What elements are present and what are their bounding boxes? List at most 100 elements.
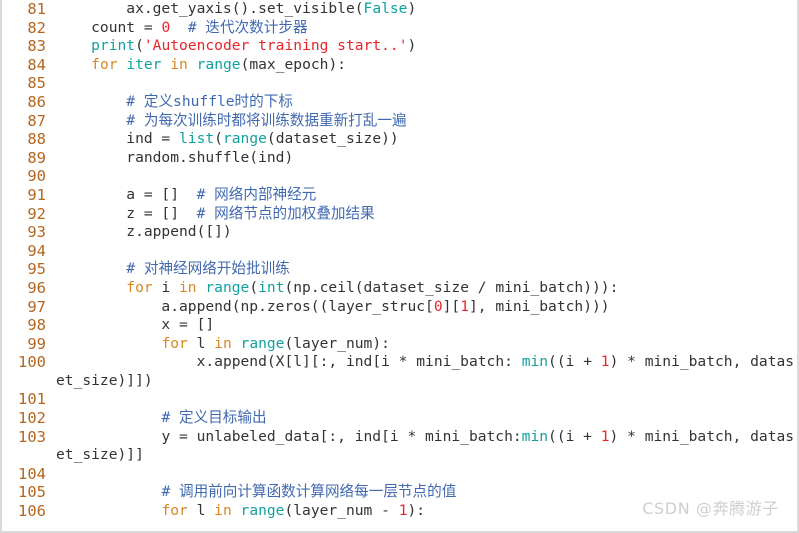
code-line-content[interactable]: print('Autoencoder training start..') (52, 37, 797, 56)
code-token-comment: # 定义目标输出 (161, 409, 267, 427)
code-line-row[interactable]: 104 (2, 464, 797, 484)
code-line-row[interactable]: 95 # 对神经网络开始批训练 (2, 260, 797, 279)
code-line-content[interactable]: # 定义目标输出 (52, 409, 797, 428)
code-token-comment: # 调用前向计算函数计算网络每一层节点的值 (161, 483, 457, 501)
code-line-content[interactable]: a.append(np.zeros((layer_struc[0][1], mi… (52, 298, 797, 317)
code-line-content[interactable]: z.append([]) (52, 223, 797, 242)
line-number: 100 (2, 353, 52, 391)
code-token-plain: ax.get_yaxis().set_visible( (56, 0, 364, 17)
code-token-number: 1 (600, 427, 610, 445)
code-line-content[interactable]: # 为每次训练时都将训练数据重新打乱一遍 (52, 112, 797, 131)
code-token-keyword: in (214, 502, 232, 520)
code-token-plain: (max_epoch): (240, 55, 347, 73)
code-token-plain: ( (214, 130, 223, 148)
code-line-content[interactable] (52, 74, 797, 93)
code-token-builtin: range (240, 502, 285, 520)
line-number: 92 (2, 204, 52, 224)
code-token-plain: (layer_num): (284, 334, 390, 352)
code-line-row[interactable]: 99 for l in range(layer_num): (2, 334, 797, 354)
code-line-content[interactable]: ax.get_yaxis().set_visible(False) (52, 0, 797, 19)
code-token-number: 0 (433, 297, 443, 315)
code-line-row[interactable]: 106 for l in range(layer_num - 1): (2, 502, 797, 521)
code-token-plain: ( (249, 278, 259, 296)
code-line-content[interactable]: # 调用前向计算函数计算网络每一层节点的值 (52, 483, 797, 502)
code-line-content[interactable] (52, 390, 797, 409)
code-line-row[interactable]: 92 z = [] # 网络节点的加权叠加结果 (2, 204, 797, 224)
code-line-content[interactable]: for i in range(int(np.ceil(dataset_size … (52, 279, 797, 298)
code-line-content[interactable]: for iter in range(max_epoch): (52, 56, 797, 75)
code-token-plain: z.append([]) (56, 223, 232, 241)
line-number: 90 (2, 167, 52, 186)
code-line-row[interactable]: 105 # 调用前向计算函数计算网络每一层节点的值 (2, 483, 797, 503)
code-token-builtin: range (222, 130, 267, 148)
code-line-content[interactable]: # 定义shuffle时的下标 (52, 93, 797, 112)
code-token-plain: ) (407, 37, 417, 55)
code-token-plain: (dataset_size)) (266, 130, 399, 148)
code-line-content[interactable]: x = [] (52, 316, 797, 335)
code-token-plain: ind = (56, 130, 180, 148)
code-line-row[interactable]: 83 print('Autoencoder training start..') (2, 37, 797, 56)
code-line-row[interactable]: 96 for i in range(int(np.ceil(dataset_si… (2, 278, 797, 298)
code-line-row[interactable]: 101 (2, 390, 797, 410)
code-line-content[interactable]: for l in range(layer_num): (52, 335, 797, 354)
code-line-row[interactable]: 91 a = [] # 网络内部神经元 (2, 185, 797, 205)
code-line-content[interactable]: a = [] # 网络内部神经元 (52, 186, 797, 205)
line-number: 102 (2, 409, 52, 428)
code-line-content[interactable]: count = 0 # 迭代次数计步器 (52, 19, 797, 38)
code-line-content[interactable]: for l in range(layer_num - 1): (52, 502, 797, 521)
code-line-row[interactable]: 86 # 定义shuffle时的下标 (2, 92, 797, 112)
code-line-row[interactable]: 102 # 定义目标输出 (2, 409, 797, 428)
code-line-row[interactable]: 94 (2, 241, 797, 261)
code-token-plain: random.shuffle(ind) (56, 148, 294, 166)
code-token-plain: z = [] (56, 204, 197, 222)
line-number: 84 (2, 55, 52, 75)
code-line-row[interactable]: 87 # 为每次训练时都将训练数据重新打乱一遍 (2, 111, 797, 131)
code-line-row[interactable]: 82 count = 0 # 迭代次数计步器 (2, 18, 797, 38)
line-number: 97 (2, 297, 52, 317)
code-line-content[interactable]: # 对神经网络开始批训练 (52, 260, 797, 279)
code-viewer[interactable]: 81 ax.get_yaxis().set_visible(False) 82 c… (0, 0, 799, 533)
code-token-comment: # 迭代次数计步器 (187, 18, 308, 36)
code-token-plain: i (152, 278, 180, 296)
code-token-builtin: int (258, 278, 285, 296)
code-token-comment: # 对神经网络开始批训练 (126, 260, 290, 278)
code-line-row[interactable]: 98 x = [] (2, 316, 797, 335)
code-line-row[interactable]: 93 z.append([]) (2, 223, 797, 242)
code-line-row[interactable]: 103 y = unlabeled_data[:, ind[i * mini_b… (2, 427, 797, 465)
code-token-plain: ((i + (548, 353, 601, 371)
code-line-content[interactable]: ind = list(range(dataset_size)) (52, 130, 797, 149)
code-lines-table: 81 ax.get_yaxis().set_visible(False) 82 c… (2, 0, 797, 521)
code-line-content[interactable]: y = unlabeled_data[:, ind[i * mini_batch… (52, 428, 797, 465)
code-line-row[interactable]: 88 ind = list(range(dataset_size)) (2, 130, 797, 149)
code-line-content[interactable]: z = [] # 网络节点的加权叠加结果 (52, 205, 797, 224)
code-token-builtin: range (196, 55, 241, 73)
line-number: 91 (2, 185, 52, 205)
code-line-content[interactable] (52, 167, 797, 186)
code-line-content[interactable] (52, 465, 797, 484)
code-line-content[interactable]: random.shuffle(ind) (52, 149, 797, 168)
code-line-row[interactable]: 90 (2, 167, 797, 186)
code-token-comment: # 定义shuffle时的下标 (126, 92, 293, 110)
code-token-plain: a.append(np.zeros((layer_struc[ (56, 297, 434, 315)
code-line-row[interactable]: 97 a.append(np.zeros((layer_struc[0][1],… (2, 297, 797, 317)
code-line-row[interactable]: 85 (2, 74, 797, 93)
code-line-row[interactable]: 84 for iter in range(max_epoch): (2, 55, 797, 75)
code-line-content[interactable] (52, 242, 797, 261)
code-token-plain: (np.ceil(dataset_size / mini_batch))): (284, 278, 619, 296)
code-line-content[interactable]: x.append(X[l][:, ind[i * mini_batch: min… (52, 353, 797, 390)
code-line-row[interactable]: 89 random.shuffle(ind) (2, 148, 797, 168)
code-line-row[interactable]: 100 x.append(X[l][:, ind[i * mini_batch:… (2, 353, 797, 391)
code-line-row[interactable]: 81 ax.get_yaxis().set_visible(False) (2, 0, 797, 19)
code-token-plain: count = (56, 18, 162, 36)
code-token-number: 1 (398, 502, 408, 520)
code-token-comment: # 网络内部神经元 (196, 185, 317, 203)
code-token-builtin: range (240, 334, 285, 352)
code-token-keyword: for (161, 502, 188, 520)
